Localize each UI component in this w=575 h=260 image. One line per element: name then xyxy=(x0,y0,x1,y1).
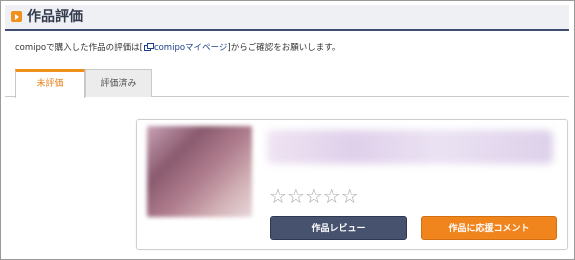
info-message: comipoで購入した作品の評価は[ comipoマイページ]からご確認をお願いし… xyxy=(15,42,340,54)
mypage-link-label: comipoマイページ xyxy=(153,43,228,53)
support-comment-button[interactable]: 作品に応援コメント xyxy=(421,216,557,240)
item-card: ☆☆☆☆☆ 作品レビュー 作品に応援コメント xyxy=(136,119,568,250)
tab-unrated-label: 未評価 xyxy=(36,79,64,89)
play-icon xyxy=(11,11,22,22)
section-header: 作品評価 xyxy=(5,5,569,31)
cover-image[interactable] xyxy=(147,126,252,217)
info-text-before: comipoで購入した作品の評価は[ xyxy=(15,43,143,53)
tab-rated[interactable]: 評価済み xyxy=(85,69,152,97)
info-text-after: ]からご確認をお願いします。 xyxy=(227,43,341,53)
review-button[interactable]: 作品レビュー xyxy=(270,216,407,240)
section-title: 作品評価 xyxy=(27,9,83,25)
tab-rated-label: 評価済み xyxy=(100,79,137,89)
mypage-link[interactable]: comipoマイページ xyxy=(143,43,227,53)
external-window-icon xyxy=(143,43,154,51)
tab-unrated[interactable]: 未評価 xyxy=(15,69,85,98)
page-frame: 作品評価 comipoで購入した作品の評価は[ comipoマイページ]からご確認… xyxy=(0,0,575,260)
star-rating[interactable]: ☆☆☆☆☆ xyxy=(269,186,359,206)
support-comment-button-label: 作品に応援コメント xyxy=(448,224,530,234)
review-button-label: 作品レビュー xyxy=(311,224,366,234)
item-title-placeholder xyxy=(267,130,553,164)
